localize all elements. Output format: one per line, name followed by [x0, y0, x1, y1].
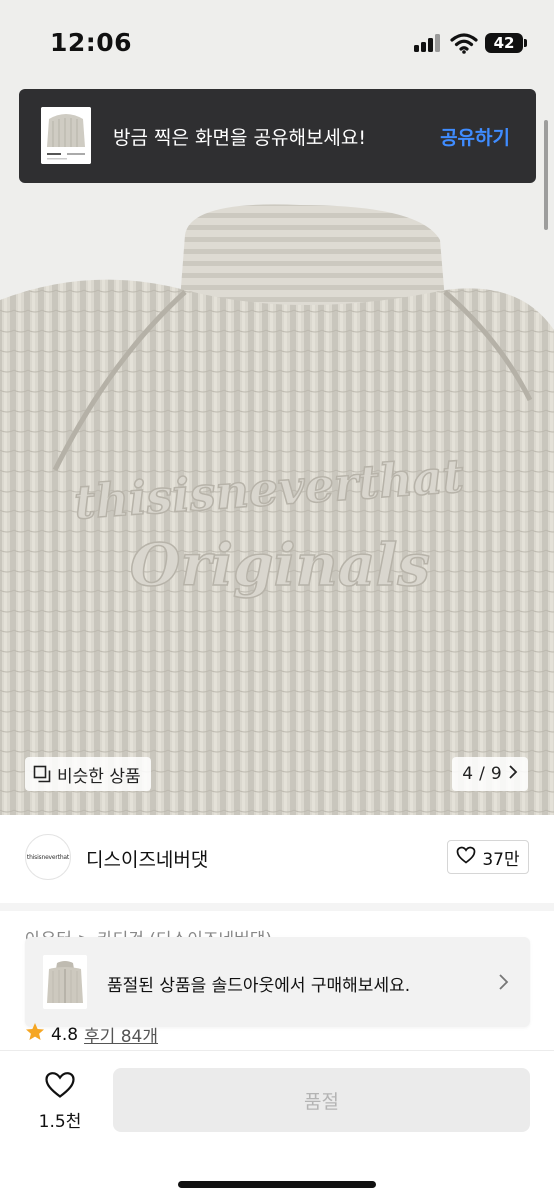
home-indicator[interactable]	[178, 1181, 376, 1188]
brand-logo-text: thisisneverthat	[26, 853, 70, 861]
wishlist-count: 1.5천	[38, 1112, 82, 1132]
similar-products-button[interactable]: 비슷한 상품	[25, 757, 151, 791]
chevron-right-icon	[508, 764, 518, 784]
brand-like-count: 37만	[482, 849, 520, 870]
bottom-action-bar: 1.5천 품절	[0, 1050, 554, 1200]
screenshot-thumbnail[interactable]	[41, 107, 91, 164]
battery-icon: 42	[485, 33, 527, 53]
image-pager[interactable]: 4 / 9	[452, 757, 528, 791]
star-icon	[25, 1022, 45, 1047]
soldout-banner[interactable]: 품절된 상품을 솔드아웃에서 구매해보세요.	[25, 937, 530, 1027]
status-time: 12:06	[50, 28, 133, 57]
brand-logo[interactable]: thisisneverthat	[25, 834, 71, 880]
pager-current: 4	[462, 764, 474, 784]
section-divider	[0, 903, 554, 911]
rating: 4.8 후기 84개	[25, 1022, 158, 1047]
rating-value: 4.8	[51, 1024, 79, 1045]
buy-button[interactable]: 품절	[113, 1068, 530, 1132]
heart-icon	[456, 846, 476, 869]
pager-total: 9	[490, 764, 502, 784]
share-message: 방금 찍은 화면을 공유해보세요!	[113, 127, 366, 149]
embroidery-bottom: Originals	[130, 531, 430, 599]
similar-icon	[33, 765, 51, 783]
heart-icon	[44, 1072, 76, 1103]
review-link[interactable]: 후기 84개	[84, 1022, 158, 1047]
brand-like-button[interactable]: 37만	[447, 840, 529, 874]
wishlist-button[interactable]: 1.5천	[30, 1071, 90, 1132]
soldout-message: 품절된 상품을 솔드아웃에서 구매해보세요.	[107, 976, 411, 996]
brand-row[interactable]: thisisneverthat 디스이즈네버댓 37만	[0, 815, 554, 903]
share-button[interactable]: 공유하기	[440, 123, 510, 150]
chevron-right-icon	[496, 970, 512, 994]
pager-separator: /	[479, 764, 485, 784]
share-toast: 방금 찍은 화면을 공유해보세요! 공유하기	[19, 89, 536, 183]
signal-icon	[414, 34, 442, 52]
brand-name[interactable]: 디스이즈네버댓	[86, 845, 208, 872]
status-bar: 12:06 42	[0, 0, 554, 90]
wifi-icon	[450, 32, 478, 54]
similar-products-label: 비슷한 상품	[57, 766, 141, 787]
scroll-indicator	[544, 120, 548, 230]
soldout-product-thumbnail	[43, 955, 87, 1009]
